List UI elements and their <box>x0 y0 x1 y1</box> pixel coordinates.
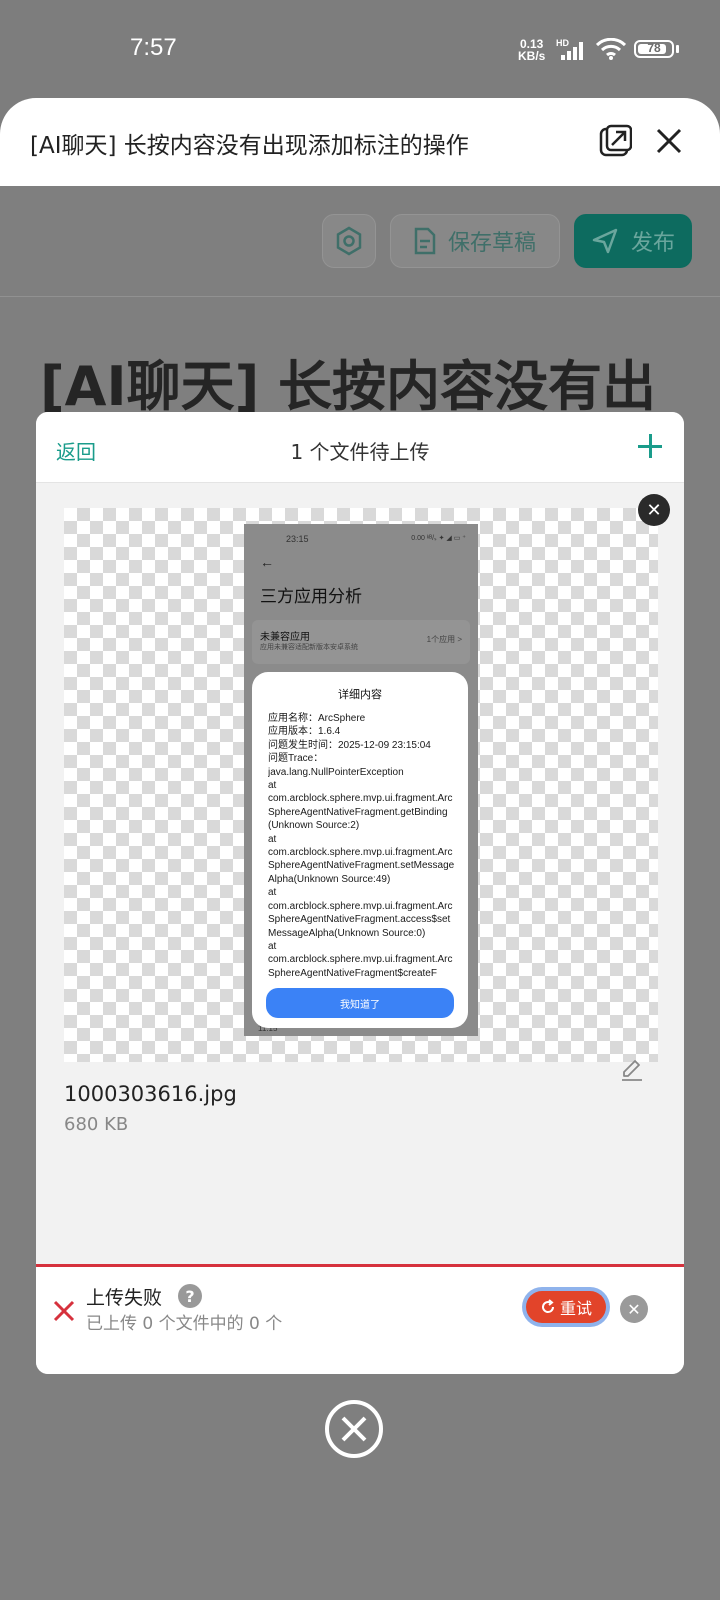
network-speed: 0.13 KB/s <box>518 38 545 62</box>
preview-dialog: 详细内容 应用名称：ArcSphere 应用版本：1.6.4 问题发生时间：20… <box>252 672 468 1028</box>
close-icon: ✕ <box>646 499 662 521</box>
preview-card-title: 未兼容应用 <box>260 632 310 643</box>
preview-dialog-line: java.lang.NullPointerException <box>268 766 404 778</box>
settings-button[interactable] <box>322 214 376 268</box>
preview-dialog-line: at <box>268 833 277 845</box>
upload-progress-text: 已上传 0 个文件中的 0 个 <box>86 1314 283 1334</box>
page-title: [AI聊天] 长按内容没有出现添加标注的操作 <box>30 133 469 159</box>
close-modal-icon[interactable] <box>323 1398 385 1460</box>
preview-status: 0.00 ᵏᴮ/ₛ ✦ ◢ ▭ ⁺ <box>411 535 466 542</box>
upload-status-panel: 上传失败 ? 已上传 0 个文件中的 0 个 重试 ✕ <box>36 1264 684 1374</box>
preview-dialog-title: 详细内容 <box>338 689 382 701</box>
modal-header: 返回 1 个文件待上传 <box>36 412 684 483</box>
open-external-icon[interactable] <box>598 124 632 158</box>
send-icon <box>592 228 618 254</box>
document-title: [AI聊天] 长按内容没有出 <box>40 355 657 418</box>
publish-button[interactable]: 发布 <box>574 214 692 268</box>
image-preview: 23:15 0.00 ᵏᴮ/ₛ ✦ ◢ ▭ ⁺ ← 三方应用分析 未兼容应用 应… <box>64 508 658 1062</box>
preview-card: 未兼容应用 应用未兼容适配新版本安卓系统 1个应用 > <box>252 620 470 664</box>
save-draft-label: 保存草稿 <box>447 231 536 256</box>
battery-icon: 78 <box>634 40 674 58</box>
preview-dialog-line: at <box>268 940 277 952</box>
preview-dialog-line: 应用名称：ArcSphere <box>268 713 366 724</box>
preview-image: 23:15 0.00 ᵏᴮ/ₛ ✦ ◢ ▭ ⁺ ← 三方应用分析 未兼容应用 应… <box>244 524 478 1036</box>
header-sheet: [AI聊天] 长按内容没有出现添加标注的操作 <box>0 98 720 186</box>
error-x-icon <box>53 1300 75 1322</box>
preview-dialog-line: com.arcblock.sphere.mvp.ui.fragment.ArcS… <box>268 900 453 939</box>
battery-tip <box>676 45 679 53</box>
file-size: 680 KB <box>64 1114 129 1135</box>
preview-back-arrow-icon: ← <box>260 554 274 570</box>
upload-modal: 返回 1 个文件待上传 23:15 0.00 ᵏᴮ/ₛ ✦ ◢ ▭ ⁺ ← 三方… <box>36 412 684 1374</box>
preview-dialog-body: 应用名称：ArcSphere 应用版本：1.6.4 问题发生时间：2025-12… <box>268 712 456 980</box>
publish-label: 发布 <box>630 231 675 256</box>
dismiss-status-button[interactable]: ✕ <box>620 1295 648 1323</box>
preview-dialog-line: 问题Trace： <box>268 753 324 765</box>
preview-dialog-line: com.arcblock.sphere.mvp.ui.fragment.ArcS… <box>268 847 455 885</box>
help-icon[interactable]: ? <box>178 1284 202 1308</box>
refresh-icon <box>541 1299 554 1313</box>
upload-failed-title: 上传失败 <box>86 1287 163 1309</box>
wifi-icon <box>596 38 626 60</box>
editor-divider <box>0 296 720 297</box>
preview-dialog-line: at <box>268 887 277 899</box>
hexagon-settings-icon <box>336 226 362 256</box>
network-speed-unit: KB/s <box>518 49 546 63</box>
save-draft-button[interactable]: 保存草稿 <box>390 214 560 268</box>
preview-dialog-line: com.arcblock.sphere.mvp.ui.fragment.ArcS… <box>268 793 453 832</box>
edit-pencil-icon[interactable] <box>620 1058 644 1082</box>
preview-card-count: 1个应用 > <box>426 635 462 644</box>
preview-dialog-button: 我知道了 <box>266 988 454 1018</box>
preview-dialog-line: com.arcblock.sphere.mvp.ui.fragment.ArcS… <box>268 954 453 979</box>
preview-card-subtitle: 应用未兼容适配新版本安卓系统 <box>260 644 358 651</box>
battery-level: 78 <box>647 41 661 55</box>
file-name: 1000303616.jpg <box>64 1082 237 1106</box>
add-file-icon[interactable] <box>634 430 666 462</box>
clock: 7:57 <box>130 34 177 61</box>
close-icon: ✕ <box>627 1299 641 1319</box>
close-icon[interactable] <box>652 124 686 158</box>
preview-dialog-line: at <box>268 780 277 792</box>
document-icon <box>414 227 436 255</box>
preview-dialog-line: 问题发生时间：2025-12-09 23:15:04 <box>268 739 431 751</box>
retry-label: 重试 <box>559 1299 592 1318</box>
modal-title: 1 个文件待上传 <box>290 440 430 464</box>
preview-dialog-line: 应用版本：1.6.4 <box>268 726 341 738</box>
status-bar: 7:57 0.13 KB/s HD 78 <box>0 0 720 96</box>
preview-page-title: 三方应用分析 <box>260 587 362 606</box>
preview-time: 23:15 <box>286 534 309 544</box>
remove-file-button[interactable]: ✕ <box>638 494 670 526</box>
signal-icon <box>559 42 587 60</box>
retry-button[interactable]: 重试 <box>526 1291 606 1323</box>
